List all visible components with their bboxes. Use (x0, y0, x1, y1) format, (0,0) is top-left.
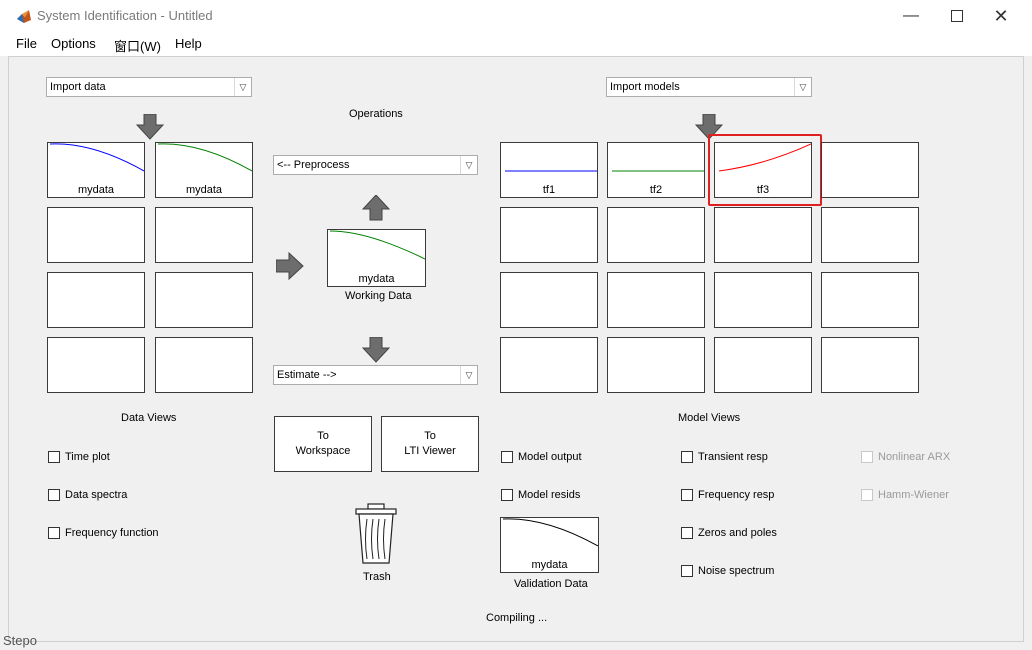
title-bar: System Identification - Untitled — ✕ (0, 0, 1032, 32)
import-data-value: Import data (50, 81, 106, 93)
frequency-resp-label: Frequency resp (698, 489, 775, 501)
matlab-icon (17, 10, 31, 23)
import-data-select[interactable]: Import data ▽ (46, 77, 252, 97)
model-tile-label: tf2 (649, 184, 663, 196)
data-tile-label: mydata (185, 184, 223, 196)
to-lti-viewer-line2: LTI Viewer (404, 445, 456, 457)
data-tile-empty[interactable] (47, 337, 145, 393)
hamm-wiener-label: Hamm-Wiener (878, 489, 949, 501)
model-tile-label: tf1 (542, 184, 556, 196)
model-tile[interactable]: tf2 (607, 142, 705, 198)
noise-spectrum-checkbox[interactable] (681, 565, 693, 577)
working-data-tile[interactable]: mydata (327, 229, 426, 287)
preprocess-value: <-- Preprocess (277, 159, 350, 171)
data-tile-empty[interactable] (47, 207, 145, 263)
data-tile[interactable]: mydata (47, 142, 145, 198)
menu-help[interactable]: Help (175, 36, 202, 51)
validation-data-name: mydata (531, 559, 568, 571)
model-resids-label: Model resids (518, 489, 581, 501)
minimize-icon: — (903, 7, 919, 24)
preprocess-select[interactable]: <-- Preprocess ▽ (273, 155, 478, 175)
background-text: Stepo (3, 633, 37, 648)
model-tile-empty[interactable] (821, 207, 919, 263)
estimate-select[interactable]: Estimate --> ▽ (273, 365, 478, 385)
noise-spectrum-label: Noise spectrum (698, 565, 775, 577)
hamm-wiener-checkbox (861, 489, 873, 501)
nonlinear-arx-checkbox (861, 451, 873, 463)
zeros-and-poles-label: Zeros and poles (698, 527, 777, 539)
data-tile-empty[interactable] (155, 337, 253, 393)
to-lti-viewer-line1: To (424, 430, 436, 442)
menu-bar: File Options 窗口(W) Help (0, 32, 1032, 56)
data-tile[interactable]: mydata (155, 142, 253, 198)
model-tile-empty[interactable] (607, 207, 705, 263)
frequency-resp-checkbox[interactable] (681, 489, 693, 501)
estimate-value: Estimate --> (277, 369, 337, 381)
chevron-down-icon: ▽ (460, 366, 477, 384)
working-data-label: Working Data (345, 290, 412, 302)
menu-options[interactable]: Options (51, 36, 96, 51)
model-views-title: Model Views (678, 412, 741, 424)
window-title: System Identification - Untitled (37, 8, 213, 23)
model-tile-empty[interactable] (500, 272, 598, 328)
model-resids-checkbox[interactable] (501, 489, 513, 501)
selection-highlight (708, 134, 822, 206)
zeros-and-poles-checkbox[interactable] (681, 527, 693, 539)
close-button[interactable]: ✕ (978, 0, 1024, 32)
to-workspace-button[interactable]: To Workspace (274, 416, 372, 472)
data-tile-label: mydata (77, 184, 115, 196)
frequency-function-checkbox[interactable] (48, 527, 60, 539)
import-models-select[interactable]: Import models ▽ (606, 77, 812, 97)
model-tile-empty[interactable] (714, 207, 812, 263)
arrow-right-icon (276, 252, 304, 280)
minimize-button[interactable]: — (888, 0, 934, 32)
validation-data-tile[interactable]: mydata (500, 517, 599, 573)
data-tile-empty[interactable] (155, 272, 253, 328)
data-tile-empty[interactable] (155, 207, 253, 263)
maximize-icon (951, 10, 963, 22)
arrow-up-icon (362, 195, 390, 221)
chevron-down-icon: ▽ (794, 78, 811, 96)
data-spectra-label: Data spectra (65, 489, 128, 501)
menu-window[interactable]: 窗口(W) (114, 36, 161, 55)
model-tile-empty[interactable] (607, 272, 705, 328)
frequency-function-label: Frequency function (65, 527, 159, 539)
import-models-value: Import models (610, 81, 680, 93)
model-output-checkbox[interactable] (501, 451, 513, 463)
status-text: Compiling ... (486, 612, 548, 624)
model-tile[interactable]: tf1 (500, 142, 598, 198)
time-plot-checkbox[interactable] (48, 451, 60, 463)
operations-label: Operations (349, 108, 403, 120)
model-tile-empty[interactable] (607, 337, 705, 393)
model-tile-empty[interactable] (714, 272, 812, 328)
working-data-name: mydata (358, 273, 395, 285)
to-workspace-line1: To (317, 430, 329, 442)
model-tile-empty[interactable] (500, 337, 598, 393)
arrow-down-icon (136, 114, 164, 140)
time-plot-label: Time plot (65, 451, 110, 463)
model-tile-empty[interactable] (821, 272, 919, 328)
model-tile-empty[interactable] (821, 337, 919, 393)
chevron-down-icon: ▽ (234, 78, 251, 96)
model-tile-empty[interactable] (500, 207, 598, 263)
trash-label: Trash (363, 571, 391, 583)
data-tile-empty[interactable] (47, 272, 145, 328)
maximize-button[interactable] (934, 0, 980, 32)
model-tile-empty[interactable] (821, 142, 919, 198)
menu-file[interactable]: File (16, 36, 37, 51)
nonlinear-arx-label: Nonlinear ARX (878, 451, 951, 463)
chevron-down-icon: ▽ (460, 156, 477, 174)
trash-icon[interactable] (354, 503, 398, 565)
model-output-label: Model output (518, 451, 582, 463)
arrow-down-icon (362, 337, 390, 363)
transient-resp-checkbox[interactable] (681, 451, 693, 463)
data-spectra-checkbox[interactable] (48, 489, 60, 501)
to-workspace-line2: Workspace (295, 445, 351, 457)
data-views-title: Data Views (121, 412, 177, 424)
model-tile-empty[interactable] (714, 337, 812, 393)
transient-resp-label: Transient resp (698, 451, 768, 463)
to-lti-viewer-button[interactable]: To LTI Viewer (381, 416, 479, 472)
close-icon: ✕ (993, 5, 1009, 26)
validation-data-label: Validation Data (514, 578, 588, 590)
